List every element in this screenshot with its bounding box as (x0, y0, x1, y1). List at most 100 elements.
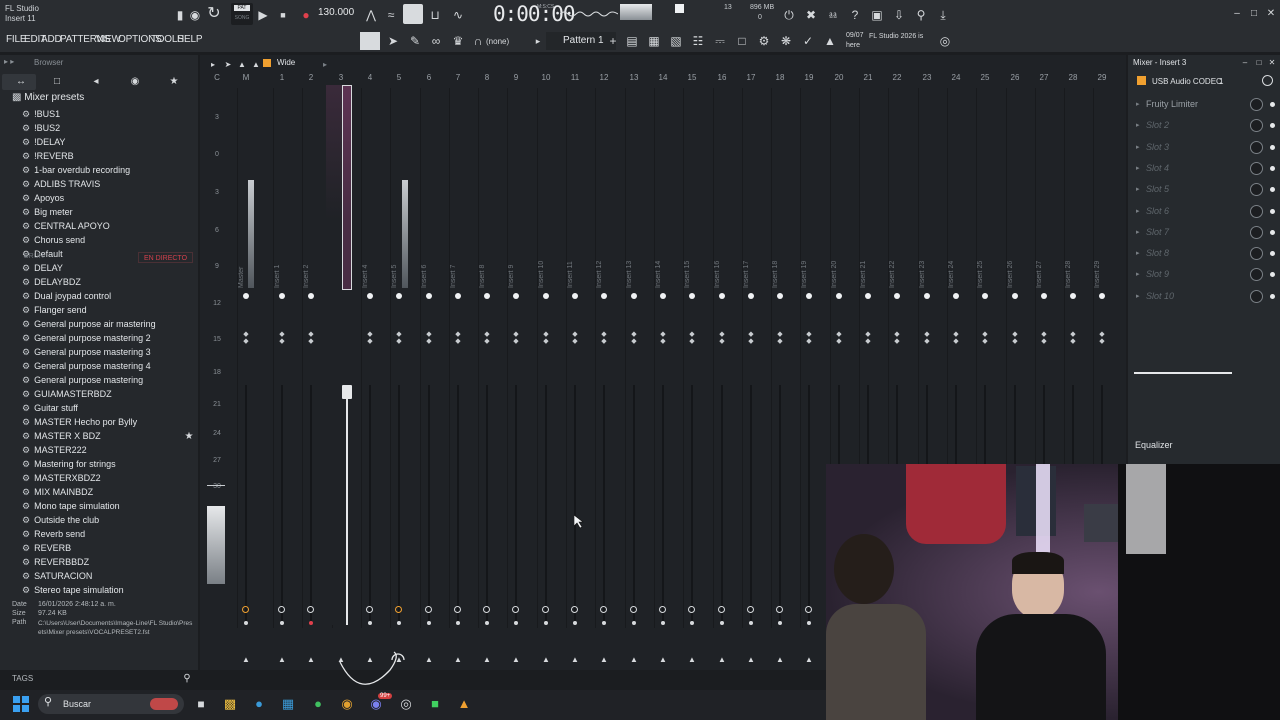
maximize-icon[interactable]: □ (1245, 5, 1263, 23)
send-arrow-icon[interactable]: ▲ (688, 655, 696, 664)
preset-item[interactable]: ⚙ DELAY (22, 261, 63, 275)
mute-toggle[interactable] (600, 606, 607, 613)
preset-item[interactable]: ⚙ MASTER222 (22, 443, 87, 457)
chat-icon[interactable]: ⚲ (912, 6, 930, 24)
stereo-separation-icon[interactable]: ◆◆ (423, 331, 435, 345)
store-icon[interactable]: ▦ (279, 695, 297, 713)
stereo-separation-icon[interactable]: ◆◆ (891, 331, 903, 345)
pan-knob[interactable] (1041, 293, 1047, 299)
stereo-separation-icon[interactable]: ◆◆ (481, 331, 493, 345)
column-number[interactable]: C (208, 73, 226, 82)
record-arm-dot[interactable] (778, 621, 782, 625)
playlist-icon[interactable]: ▤ (623, 32, 641, 50)
mute-toggle[interactable] (242, 606, 249, 613)
tempo-display[interactable]: 130.000 (318, 7, 354, 18)
mute-toggle[interactable] (395, 606, 402, 613)
fx-slot[interactable]: Slot 9 (1146, 269, 1169, 279)
send-arrow-icon[interactable]: ▲ (425, 655, 433, 664)
preset-item[interactable]: ⚙ General purpose mastering 4 (22, 359, 151, 373)
slot-enable-toggle[interactable] (1270, 293, 1275, 299)
pan-knob[interactable] (1070, 293, 1076, 299)
pan-knob[interactable] (894, 293, 900, 299)
stop-icon[interactable]: ■ (274, 6, 292, 24)
fx-slot[interactable]: Slot 8 (1146, 248, 1169, 258)
blend-icon[interactable]: ⊔ (426, 6, 444, 24)
save-icon[interactable]: ▣ (868, 6, 886, 24)
pan-knob[interactable] (1099, 293, 1105, 299)
stereo-separation-icon[interactable]: ◆◆ (950, 331, 962, 345)
send-arrow-icon[interactable]: ▲ (630, 655, 638, 664)
pan-knob[interactable] (777, 293, 783, 299)
mute-toggle[interactable] (630, 606, 637, 613)
mute-toggle[interactable] (512, 606, 519, 613)
send-arrow-icon[interactable]: ▲ (454, 655, 462, 664)
preset-item[interactable]: ⚙ Outside the club (22, 513, 99, 527)
preset-item[interactable]: ⚙ 1-bar overdub recording (22, 163, 130, 177)
volume-fader[interactable] (515, 385, 517, 625)
volume-fader[interactable] (369, 385, 371, 625)
favorite-star-icon[interactable]: ★ (180, 428, 198, 446)
pan-knob[interactable] (572, 293, 578, 299)
preset-item[interactable]: ⚙ General purpose mastering (22, 373, 143, 387)
stereo-separation-icon[interactable]: ◆◆ (1038, 331, 1050, 345)
stereo-separation-icon[interactable]: ◆◆ (774, 331, 786, 345)
link-icon[interactable]: ∞ (427, 32, 445, 50)
column-number[interactable]: 4 (361, 73, 379, 82)
column-number[interactable]: 12 (595, 73, 613, 82)
pan-knob[interactable] (543, 293, 549, 299)
download-icon[interactable]: ⤓ (934, 6, 952, 24)
slot-mix-knob[interactable] (1250, 204, 1263, 218)
volume-fader[interactable] (603, 385, 605, 625)
slot-mix-knob[interactable] (1250, 289, 1263, 303)
pencil-icon[interactable]: ✎ (406, 32, 424, 50)
mute-toggle[interactable] (776, 606, 783, 613)
slot-expand-icon[interactable]: ▸ (1136, 270, 1140, 278)
stereo-separation-icon[interactable]: ◆◆ (305, 331, 317, 345)
hierarchy-icon[interactable]: ⎓ (711, 32, 729, 50)
view-chevron-icon[interactable]: ▸ (316, 56, 334, 74)
stereo-separation-icon[interactable]: ◆◆ (833, 331, 845, 345)
cpu-restart-icon[interactable]: ⏻ (780, 6, 798, 24)
speaker-tab-icon[interactable]: ◂ (87, 73, 105, 91)
slot-expand-icon[interactable]: ▸ (1136, 100, 1140, 108)
column-number[interactable]: 24 (947, 73, 965, 82)
record-arm-dot[interactable] (632, 621, 636, 625)
slot-mix-fader[interactable] (1134, 372, 1232, 374)
stereo-separation-icon[interactable]: ◆◆ (1009, 331, 1021, 345)
slot-mix-knob[interactable] (1250, 225, 1263, 239)
pan-knob[interactable] (513, 293, 519, 299)
record-arm-dot[interactable] (309, 621, 313, 625)
preset-item[interactable]: ⚙ Guitar stuff (22, 401, 78, 415)
record-arm-dot[interactable] (244, 621, 248, 625)
preset-item[interactable]: ⚙ !BUS1 (22, 107, 60, 121)
kick-icon[interactable]: ■ (426, 695, 444, 713)
stereo-separation-icon[interactable]: ◆◆ (364, 331, 376, 345)
record-arm-dot[interactable] (661, 621, 665, 625)
fl-studio-taskbar-icon[interactable]: ▲ (455, 695, 473, 713)
column-number[interactable]: 23 (918, 73, 936, 82)
slot-expand-icon[interactable]: ▸ (1136, 207, 1140, 215)
send-arrow-icon[interactable]: ▲ (776, 655, 784, 664)
preset-item[interactable]: ⚙ !DELAY (22, 135, 65, 149)
column-number[interactable]: 13 (625, 73, 643, 82)
stereo-separation-icon[interactable]: ◆◆ (803, 331, 815, 345)
metronome-icon[interactable]: ⋀ (362, 6, 380, 24)
close-icon[interactable]: ✕ (1262, 5, 1280, 23)
pan-knob[interactable] (982, 293, 988, 299)
pan-knob[interactable] (924, 293, 930, 299)
mute-toggle[interactable] (718, 606, 725, 613)
preset-item[interactable]: ⚙ CENTRAL APOYO (22, 219, 110, 233)
column-number[interactable]: 25 (976, 73, 994, 82)
browser-icon[interactable]: □ (733, 32, 751, 50)
volume-fader[interactable] (398, 385, 400, 625)
stereo-separation-icon[interactable]: ◆◆ (979, 331, 991, 345)
fx-slot[interactable]: Slot 6 (1146, 206, 1169, 216)
help-icon[interactable]: ? (846, 6, 864, 24)
record-arm-dot[interactable] (690, 621, 694, 625)
stereo-separation-icon[interactable]: ◆◆ (628, 331, 640, 345)
column-number[interactable]: 17 (742, 73, 760, 82)
insert-3-fader-handle[interactable] (342, 385, 352, 399)
pan-knob[interactable] (953, 293, 959, 299)
send-arrow-icon[interactable]: ▲ (600, 655, 608, 664)
preset-item[interactable]: ⚙ MASTER X BDZ (22, 429, 101, 443)
